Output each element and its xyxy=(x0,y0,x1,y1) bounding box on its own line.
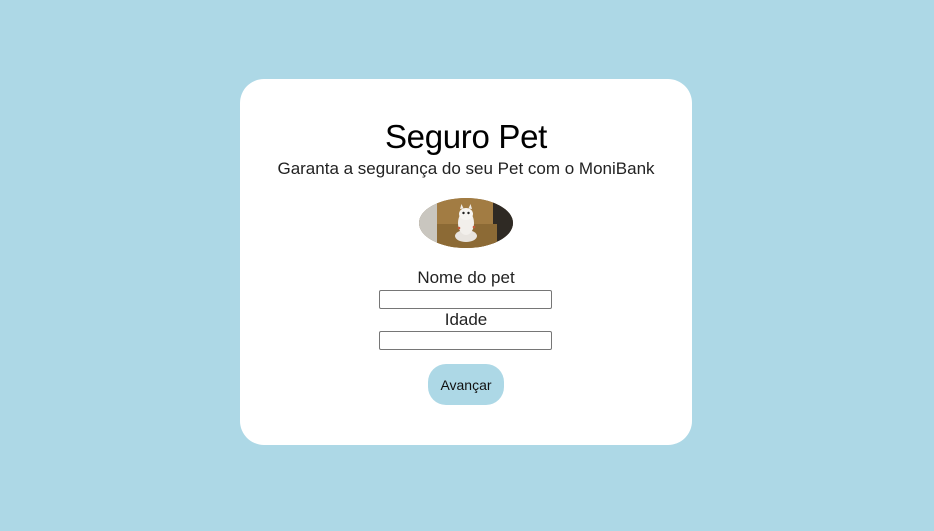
advance-button[interactable]: Avançar xyxy=(428,364,504,405)
pet-photo xyxy=(419,198,513,248)
page-subtitle: Garanta a segurança do seu Pet com o Mon… xyxy=(277,159,655,178)
pet-name-label: Nome do pet xyxy=(417,268,515,287)
pet-age-input[interactable] xyxy=(379,331,552,350)
pet-age-label: Idade xyxy=(444,310,488,329)
page-title: Seguro Pet xyxy=(384,118,548,155)
pet-photo-image xyxy=(419,198,513,248)
pet-name-input[interactable] xyxy=(379,290,552,309)
form-card: Seguro Pet Garanta a segurança do seu Pe… xyxy=(240,79,692,445)
